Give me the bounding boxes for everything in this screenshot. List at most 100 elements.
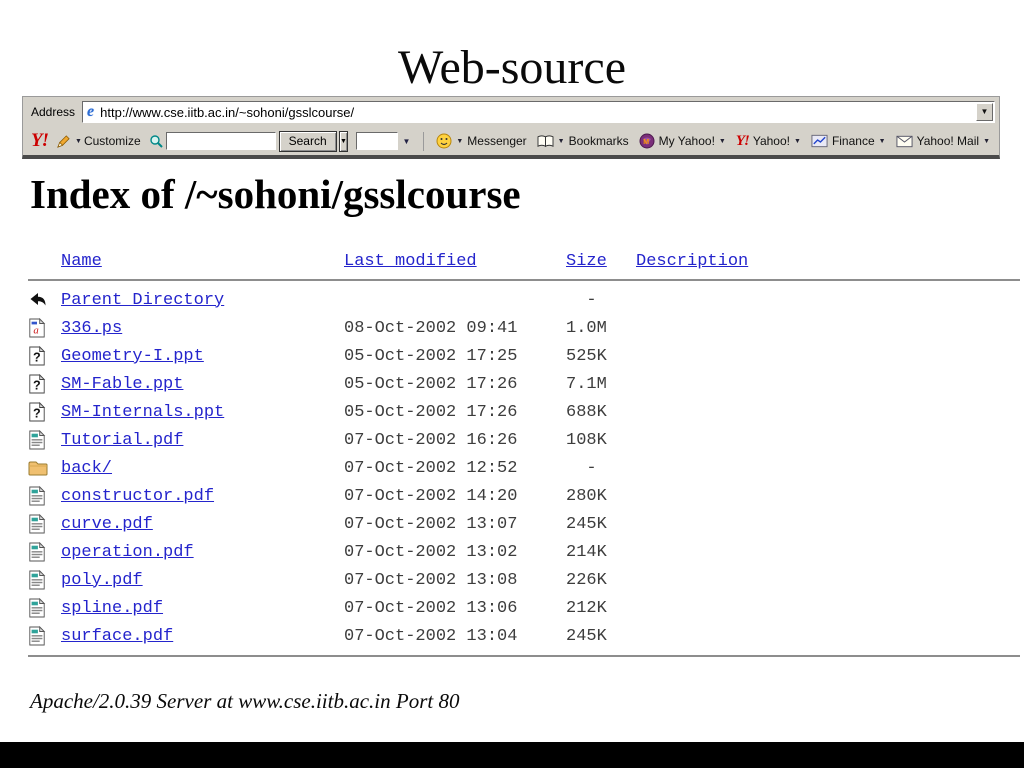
svg-text:?: ? xyxy=(33,378,41,392)
file-link[interactable]: SM-Internals.ppt xyxy=(61,403,224,422)
size-cell: 226K xyxy=(566,570,607,590)
size-cell: 245K xyxy=(566,514,607,534)
address-dropdown-button[interactable]: ▼ xyxy=(976,103,993,121)
customize-button[interactable]: Customize xyxy=(84,134,141,148)
address-bar: Address e http://www.cse.iitb.ac.in/~soh… xyxy=(23,97,999,127)
table-row: ? SM-Internals.ppt 05-Oct-2002 17:26 688K xyxy=(28,398,1020,426)
svg-text:?: ? xyxy=(33,406,41,420)
toolbar-combo-box[interactable] xyxy=(356,132,399,150)
last-modified-cell: 05-Oct-2002 17:26 xyxy=(344,402,518,422)
table-row: a 336.ps 08-Oct-2002 09:41 1.0M xyxy=(28,314,1020,342)
file-link[interactable]: curve.pdf xyxy=(61,515,153,534)
last-modified-cell: 08-Oct-2002 09:41 xyxy=(344,318,518,338)
table-row: back/07-Oct-2002 12:52 - xyxy=(28,454,1020,482)
text-file-icon xyxy=(28,485,61,507)
toolbar-item-my-yahoo[interactable]: M My Yahoo! ▼ xyxy=(637,133,728,149)
file-link[interactable]: SM-Fable.ppt xyxy=(61,375,183,394)
table-row: ? SM-Fable.ppt 05-Oct-2002 17:26 7.1M xyxy=(28,370,1020,398)
finance-icon xyxy=(811,134,828,148)
chevron-down-icon[interactable]: ▼ xyxy=(719,138,726,145)
table-row: poly.pdf 07-Oct-2002 13:08 226K xyxy=(28,566,1020,594)
text-file-icon xyxy=(28,625,61,647)
file-link[interactable]: back/ xyxy=(61,459,112,478)
search-dropdown-button[interactable]: ▼ xyxy=(338,130,349,152)
chevron-down-icon[interactable]: ▼ xyxy=(558,138,565,145)
yahoo-toolbar: Y! ▼ Customize Search ▼ ▼ ▼ Messenger ▼ Boo… xyxy=(23,127,999,155)
chevron-down-icon[interactable]: ▼ xyxy=(879,138,886,145)
header-divider xyxy=(28,279,1020,281)
text-file-icon xyxy=(28,569,61,591)
chevron-down-icon[interactable]: ▼ xyxy=(456,138,463,145)
slide-bottom-bar xyxy=(0,742,1024,768)
unknown-file-icon: ? xyxy=(28,401,61,423)
file-link[interactable]: Geometry-I.ppt xyxy=(61,347,204,366)
last-modified-cell: 07-Oct-2002 13:02 xyxy=(344,542,518,562)
last-modified-cell: 07-Oct-2002 16:26 xyxy=(344,430,518,450)
toolbar-search-input[interactable] xyxy=(165,132,276,150)
table-row: constructor.pdf 07-Oct-2002 14:20 280K xyxy=(28,482,1020,510)
unknown-file-icon: ? xyxy=(28,373,61,395)
column-header-name[interactable]: Name xyxy=(61,252,102,271)
pencil-icon[interactable] xyxy=(56,134,71,149)
last-modified-cell: 07-Oct-2002 13:06 xyxy=(344,598,518,618)
toolbar-item-finance[interactable]: Finance ▼ xyxy=(809,134,888,148)
table-row: Parent Directory - xyxy=(28,286,1020,314)
smiley-icon xyxy=(436,133,452,149)
text-file-icon xyxy=(28,429,61,451)
size-cell: 7.1M xyxy=(566,374,607,394)
file-link[interactable]: spline.pdf xyxy=(61,599,163,618)
slide-title: Web-source xyxy=(397,41,627,95)
column-header-size[interactable]: Size xyxy=(566,252,607,271)
address-input[interactable]: e http://www.cse.iitb.ac.in/~sohoni/gssl… xyxy=(82,101,995,123)
size-cell: 525K xyxy=(566,346,607,366)
last-modified-cell: 07-Oct-2002 14:20 xyxy=(344,486,518,506)
text-file-icon xyxy=(28,541,61,563)
column-header-last-modified[interactable]: Last modified xyxy=(344,252,477,271)
back-icon xyxy=(28,290,61,310)
toolbar-item-bookmarks[interactable]: ▼ Bookmarks xyxy=(535,134,631,149)
file-link[interactable]: Parent Directory xyxy=(61,291,224,310)
column-header-description[interactable]: Description xyxy=(636,252,748,271)
file-link[interactable]: 336.ps xyxy=(61,319,122,338)
toolbar-item-label: My Yahoo! xyxy=(658,134,715,148)
postscript-icon: a xyxy=(28,317,61,339)
toolbar-item-messenger[interactable]: ▼ Messenger xyxy=(434,133,528,149)
file-link[interactable]: poly.pdf xyxy=(61,571,143,590)
size-cell: 688K xyxy=(566,402,607,422)
table-row: operation.pdf 07-Oct-2002 13:02 214K xyxy=(28,538,1020,566)
toolbar-item-label: Yahoo! xyxy=(752,134,790,148)
chevron-down-icon[interactable]: ▼ xyxy=(983,138,990,145)
toolbar-item-label: Bookmarks xyxy=(568,134,629,148)
address-url: http://www.cse.iitb.ac.in/~sohoni/gsslco… xyxy=(100,104,355,120)
toolbar-item-label: Yahoo! Mail xyxy=(916,134,980,148)
chevron-down-icon[interactable]: ▼ xyxy=(75,138,82,145)
size-cell: 212K xyxy=(566,598,607,618)
combo-chevron-down-icon[interactable]: ▼ xyxy=(402,137,410,146)
yahoo-logo-icon[interactable]: Y! xyxy=(31,130,49,152)
mail-icon xyxy=(896,135,913,148)
listing-rows: Parent Directory - a 336.ps 08-Oct-2002 09:… xyxy=(28,286,1020,650)
toolbar-item-yahoo-mail[interactable]: Yahoo! Mail ▼ xyxy=(894,134,992,148)
file-link[interactable]: Tutorial.pdf xyxy=(61,431,183,450)
table-row: surface.pdf 07-Oct-2002 13:04 245K xyxy=(28,622,1020,650)
table-row: curve.pdf 07-Oct-2002 13:07 245K xyxy=(28,510,1020,538)
file-link[interactable]: operation.pdf xyxy=(61,543,194,562)
last-modified-cell: 05-Oct-2002 17:25 xyxy=(344,346,518,366)
file-link[interactable]: surface.pdf xyxy=(61,627,173,646)
listing-header: Name Last modified Size Description xyxy=(28,248,1020,274)
svg-text:M: M xyxy=(643,139,649,146)
last-modified-cell: 07-Oct-2002 13:08 xyxy=(344,570,518,590)
toolbar-search-button[interactable]: Search xyxy=(278,130,337,152)
size-cell: 1.0M xyxy=(566,318,607,338)
yahoo-toolbar-items: ▼ Messenger ▼ Bookmarks M My Yahoo! ▼ Y! Yahoo! ▼… xyxy=(431,133,995,150)
svg-text:a: a xyxy=(33,324,38,336)
file-link[interactable]: constructor.pdf xyxy=(61,487,214,506)
toolbar-item-yahoo[interactable]: Y! Yahoo! ▼ xyxy=(734,133,803,150)
address-label: Address xyxy=(31,105,76,119)
size-cell: - xyxy=(566,458,597,478)
folder-icon xyxy=(28,458,61,478)
unknown-file-icon: ? xyxy=(28,345,61,367)
last-modified-cell: 07-Oct-2002 12:52 xyxy=(344,458,518,478)
chevron-down-icon[interactable]: ▼ xyxy=(794,138,801,145)
footer-divider xyxy=(28,655,1020,657)
